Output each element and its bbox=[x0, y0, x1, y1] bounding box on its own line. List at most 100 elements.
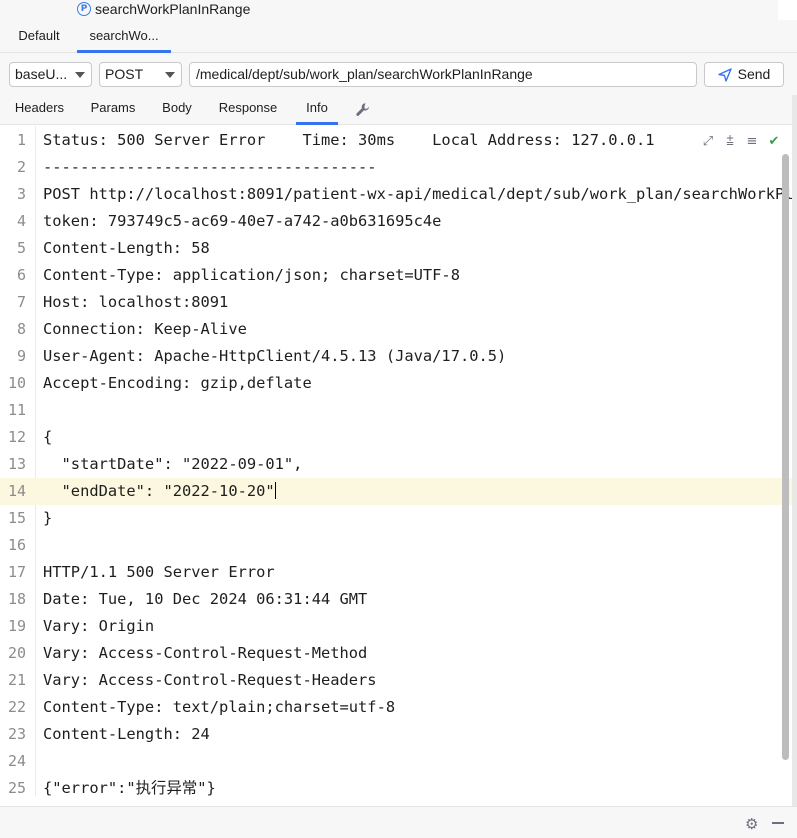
public-method-icon: P bbox=[77, 2, 91, 16]
line-number: 4 bbox=[16, 212, 26, 230]
environment-select[interactable]: baseU... bbox=[9, 62, 92, 87]
line-number: 25 bbox=[7, 779, 26, 796]
vertical-scrollbar[interactable] bbox=[782, 154, 789, 760]
line-text: Host: localhost:8091 bbox=[43, 293, 229, 311]
send-arrow-icon bbox=[717, 67, 732, 82]
editor-line[interactable]: 3 POST http://localhost:8091/patient-wx-a… bbox=[0, 181, 797, 208]
line-number: 3 bbox=[16, 185, 26, 203]
editor-line[interactable]: 20 Vary: Access-Control-Request-Method bbox=[0, 640, 797, 667]
line-number: 5 bbox=[16, 239, 26, 257]
line-number: 2 bbox=[16, 158, 26, 176]
section-tabs: Headers Params Body Response Info bbox=[0, 95, 797, 125]
line-number: 16 bbox=[7, 536, 26, 554]
line-number: 10 bbox=[7, 374, 26, 392]
text-caret bbox=[274, 482, 276, 499]
tree-item-endpoint[interactable]: P searchWorkPlanInRange bbox=[77, 1, 250, 17]
line-number: 21 bbox=[7, 671, 26, 689]
editor-line[interactable]: 17 HTTP/1.1 500 Server Error bbox=[0, 559, 797, 586]
line-number: 18 bbox=[7, 590, 26, 608]
url-input[interactable]: /medical/dept/sub/work_plan/searchWorkPl… bbox=[189, 62, 697, 87]
editor-line[interactable]: 14 "endDate": "2022-10-20" bbox=[0, 478, 797, 505]
minimize-icon[interactable] bbox=[772, 822, 784, 824]
tab-body[interactable]: Body bbox=[155, 95, 199, 125]
add-line-icon[interactable]: ⩲ bbox=[722, 133, 738, 149]
method-select[interactable]: POST bbox=[99, 62, 182, 87]
right-edge-strip bbox=[792, 95, 797, 806]
editor-line[interactable]: 6 Content-Type: application/json; charset… bbox=[0, 262, 797, 289]
line-number: 1 bbox=[16, 131, 26, 149]
gear-icon[interactable]: ⚙ bbox=[745, 815, 758, 833]
line-text: } bbox=[43, 509, 53, 527]
editor-line[interactable]: 2 ------------------------------------ bbox=[0, 154, 797, 181]
line-text: {"error":"执行异常"} bbox=[43, 779, 216, 796]
request-toolbar: baseU... POST /medical/dept/sub/work_pla… bbox=[0, 53, 797, 95]
check-icon: ✔ bbox=[768, 133, 780, 149]
editor-line[interactable]: 7 Host: localhost:8091 bbox=[0, 289, 797, 316]
request-tabs: Default searchWo... bbox=[0, 20, 797, 53]
info-editor[interactable]: 1 Status: 500 Server Error Time: 30ms Loc… bbox=[0, 126, 797, 796]
line-number: 7 bbox=[16, 293, 26, 311]
expand-icon[interactable]: ⤢ bbox=[700, 133, 716, 149]
editor-line[interactable]: 16 bbox=[0, 532, 797, 559]
line-text: Vary: Access-Control-Request-Method bbox=[43, 644, 368, 662]
line-number: 20 bbox=[7, 644, 26, 662]
tab-info[interactable]: Info bbox=[296, 95, 338, 125]
editor-line[interactable]: 24 bbox=[0, 748, 797, 775]
tree-item-label: searchWorkPlanInRange bbox=[95, 1, 251, 17]
editor-line[interactable]: 25 {"error":"执行异常"} bbox=[0, 775, 797, 796]
editor-line[interactable]: 21 Vary: Access-Control-Request-Headers bbox=[0, 667, 797, 694]
tab-searchwo[interactable]: searchWo... bbox=[77, 20, 171, 53]
editor-line[interactable]: 10 Accept-Encoding: gzip,deflate bbox=[0, 370, 797, 397]
tab-response[interactable]: Response bbox=[211, 95, 285, 125]
line-text: Status: 500 Server Error Time: 30ms Loca… bbox=[43, 131, 655, 149]
tree-strip: P searchWorkPlanInRange bbox=[0, 0, 797, 20]
line-number: 15 bbox=[7, 509, 26, 527]
editor-line[interactable]: 23 Content-Length: 24 bbox=[0, 721, 797, 748]
line-number: 6 bbox=[16, 266, 26, 284]
line-text: Content-Type: application/json; charset=… bbox=[43, 266, 460, 284]
editor-line[interactable]: 13 "startDate": "2022-09-01", bbox=[0, 451, 797, 478]
line-number: 23 bbox=[7, 725, 26, 743]
menu-icon[interactable]: ≡ bbox=[744, 133, 760, 149]
editor-line[interactable]: 4 token: 793749c5-ac69-40e7-a742-a0b63169… bbox=[0, 208, 797, 235]
editor-line[interactable]: 5 Content-Length: 58 bbox=[0, 235, 797, 262]
line-number: 11 bbox=[7, 401, 26, 419]
editor-line[interactable]: 18 Date: Tue, 10 Dec 2024 06:31:44 GMT bbox=[0, 586, 797, 613]
send-label: Send bbox=[737, 66, 771, 82]
tab-default[interactable]: Default bbox=[8, 20, 70, 53]
line-text: Content-Type: text/plain;charset=utf-8 bbox=[43, 698, 396, 716]
editor-line[interactable]: 15} bbox=[0, 505, 797, 532]
line-text: Vary: Access-Control-Request-Headers bbox=[43, 671, 377, 689]
editor-line[interactable]: 22 Content-Type: text/plain;charset=utf-8 bbox=[0, 694, 797, 721]
chevron-down-icon bbox=[75, 72, 85, 78]
tab-headers[interactable]: Headers bbox=[8, 95, 71, 125]
line-number: 8 bbox=[16, 320, 26, 338]
editor-line[interactable]: 12 { bbox=[0, 424, 797, 451]
line-number: 22 bbox=[7, 698, 26, 716]
line-number: 12 bbox=[7, 428, 26, 446]
line-text: "startDate": "2022-09-01", bbox=[43, 455, 303, 473]
line-text: User-Agent: Apache-HttpClient/4.5.13 (Ja… bbox=[43, 347, 507, 365]
method-value: POST bbox=[105, 66, 144, 82]
line-text: Vary: Origin bbox=[43, 617, 155, 635]
wrench-icon[interactable] bbox=[354, 101, 372, 119]
send-button[interactable]: Send bbox=[704, 62, 784, 87]
line-text: Date: Tue, 10 Dec 2024 06:31:44 GMT bbox=[43, 590, 368, 608]
line-number: 19 bbox=[7, 617, 26, 635]
line-text: Accept-Encoding: gzip,deflate bbox=[43, 374, 312, 392]
line-text: { bbox=[43, 428, 53, 446]
bottom-bar: ⚙ bbox=[0, 806, 797, 838]
line-text: HTTP/1.1 500 Server Error bbox=[43, 563, 275, 581]
editor-line[interactable]: 9 User-Agent: Apache-HttpClient/4.5.13 (J… bbox=[0, 343, 797, 370]
tab-params[interactable]: Params bbox=[83, 95, 143, 125]
editor-line[interactable]: 8 Connection: Keep-Alive bbox=[0, 316, 797, 343]
line-text: ------------------------------------ bbox=[43, 158, 377, 176]
editor-line[interactable]: 11 bbox=[0, 397, 797, 424]
line-text: "endDate": "2022-10-20" bbox=[43, 482, 276, 500]
line-number: 17 bbox=[7, 563, 26, 581]
environment-value: baseU... bbox=[15, 66, 68, 82]
line-text: Connection: Keep-Alive bbox=[43, 320, 247, 338]
editor-line[interactable]: 1 Status: 500 Server Error Time: 30ms Loc… bbox=[0, 127, 797, 154]
line-text: Content-Length: 24 bbox=[43, 725, 210, 743]
editor-line[interactable]: 19 Vary: Origin bbox=[0, 613, 797, 640]
